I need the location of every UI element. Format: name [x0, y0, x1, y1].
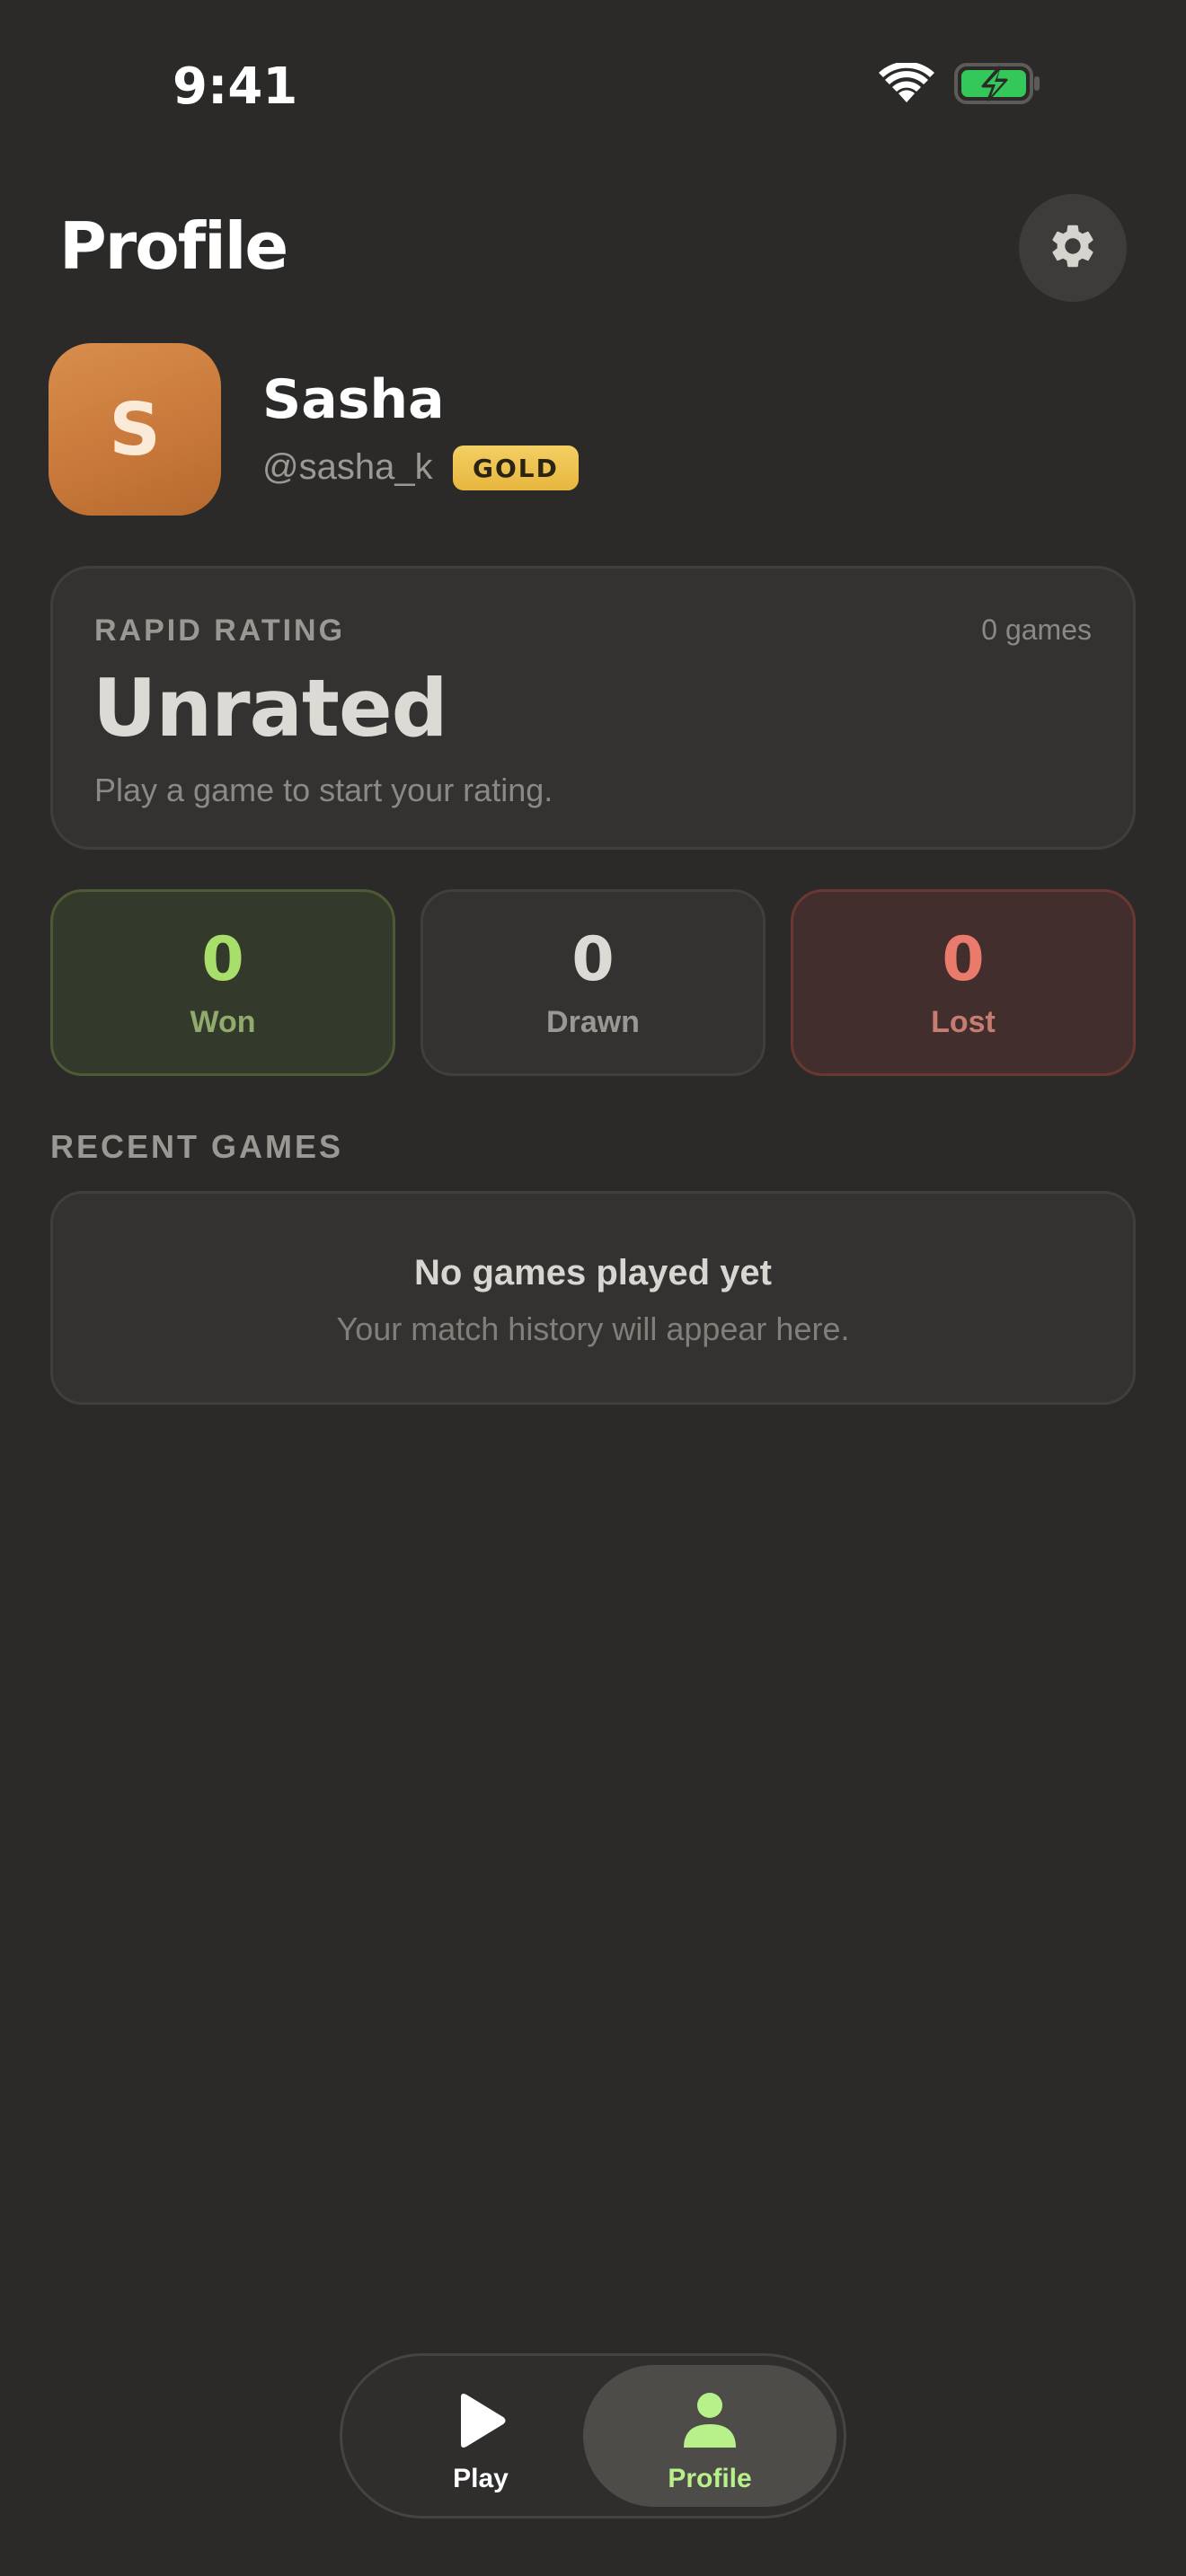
tab-bar: Play Profile [340, 2353, 846, 2519]
recent-games-title: RECENT GAMES [50, 1128, 344, 1165]
recent-games-empty-state: No games played yet Your match history w… [50, 1191, 1136, 1405]
rating-card: RAPID RATING 0 games Unrated Play a game… [50, 566, 1136, 850]
tab-profile[interactable]: Profile [583, 2365, 836, 2507]
user-handle: @sasha_k [262, 447, 433, 487]
stat-drawn: 0 Drawn [420, 889, 766, 1076]
play-icon [454, 2392, 508, 2454]
rating-hint: Play a game to start your rating. [94, 772, 553, 808]
battery-charging-icon [954, 63, 1040, 109]
stat-drawn-label: Drawn [546, 1005, 640, 1039]
stat-won: 0 Won [50, 889, 395, 1076]
rating-label: RAPID RATING [94, 613, 346, 648]
stat-lost-value: 0 [942, 924, 985, 995]
stat-drawn-value: 0 [571, 924, 615, 995]
tab-profile-label: Profile [668, 2464, 752, 2493]
gear-icon [1047, 220, 1099, 277]
page-title: Profile [59, 208, 288, 284]
rating-games-count: 0 games [981, 613, 1092, 646]
stat-won-value: 0 [201, 924, 244, 995]
avatar: S [49, 343, 221, 516]
empty-state-title: No games played yet [414, 1253, 772, 1292]
person-icon [682, 2392, 738, 2454]
stat-lost: 0 Lost [791, 889, 1136, 1076]
tier-badge: GOLD [453, 446, 579, 490]
status-time: 9:41 [173, 57, 298, 116]
tab-play-label: Play [453, 2464, 509, 2493]
status-icons [879, 61, 1040, 109]
tab-play[interactable]: Play [360, 2365, 601, 2507]
stat-lost-label: Lost [931, 1005, 996, 1039]
stat-won-label: Won [190, 1005, 256, 1039]
wifi-icon [879, 61, 934, 109]
rating-value: Unrated [93, 662, 448, 754]
empty-state-subtitle: Your match history will appear here. [336, 1310, 850, 1347]
user-name: Sasha [262, 368, 445, 431]
settings-button[interactable] [1019, 194, 1127, 302]
